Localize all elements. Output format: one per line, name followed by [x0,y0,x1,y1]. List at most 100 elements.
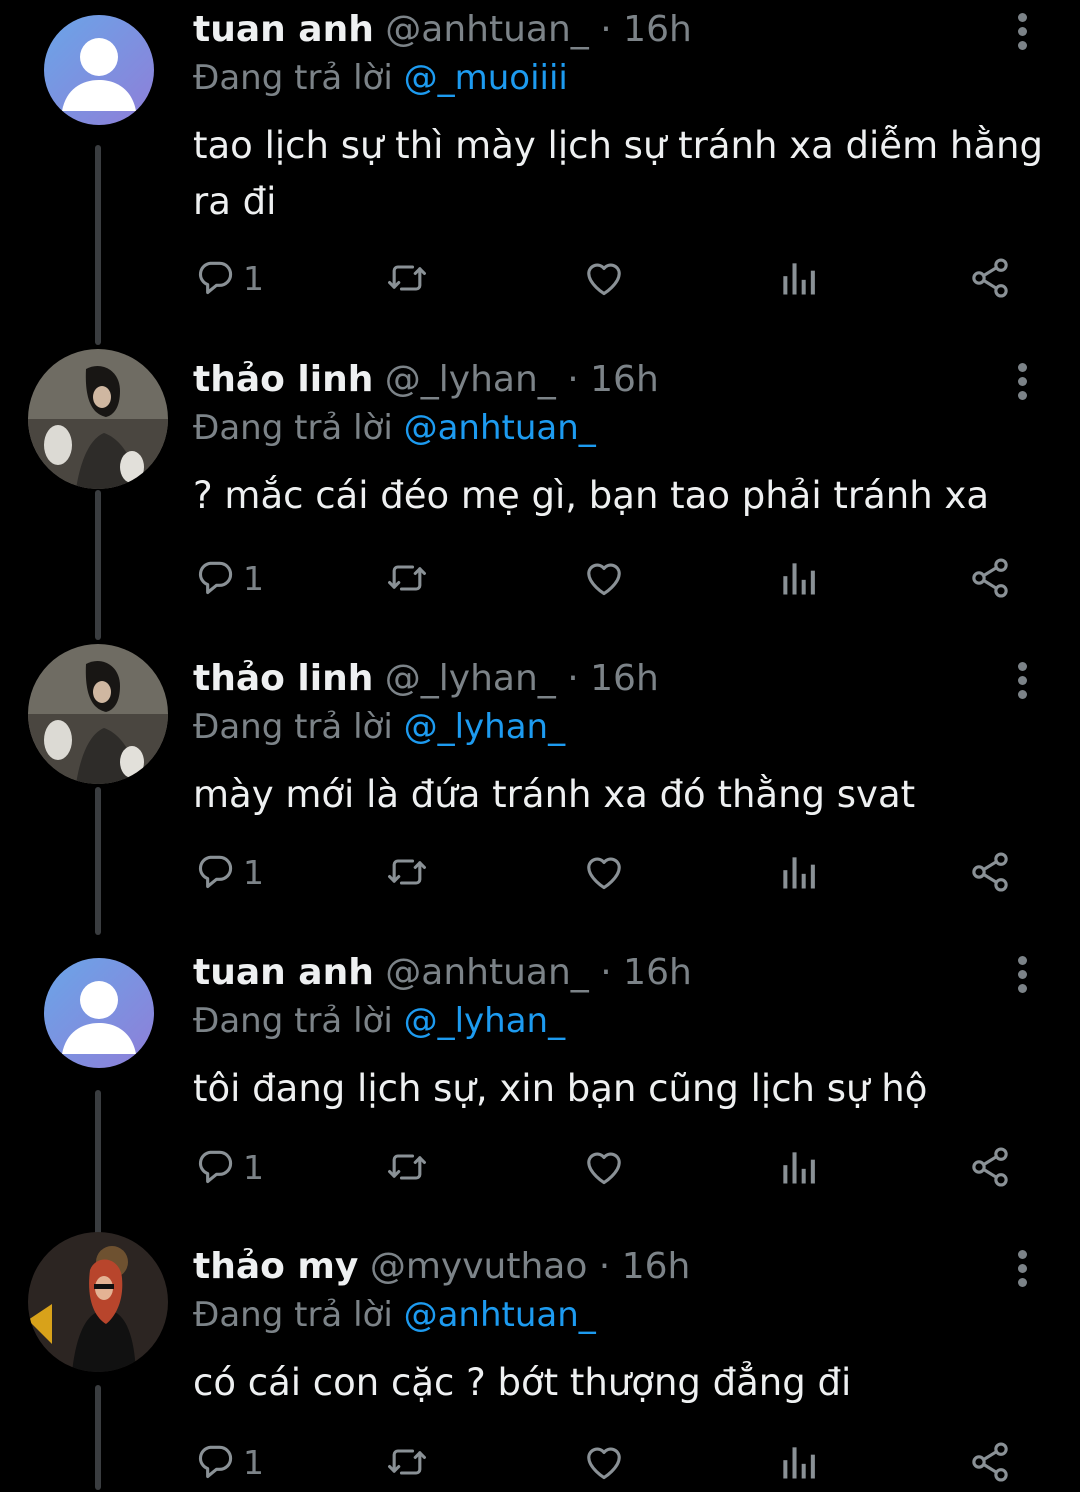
tweet-header: tuan anh @anhtuan_ · 16h [193,3,692,57]
tweet-text: mày mới là đứa tránh xa đó thằng svat [193,773,916,816]
share-icon [968,256,1012,300]
mention-link[interactable]: @_muoiiii [404,58,568,98]
replying-to-label: Đang trả lời [193,408,393,448]
retweet-button[interactable] [385,1432,429,1492]
tweet-text: tao lịch sự thì mày lịch sự tránh xa diễ… [193,124,1043,223]
reply-button[interactable]: 1 [193,1137,264,1197]
views-chart-icon [776,556,820,600]
tweet-header: thảo my @myvuthao · 16h [193,1240,690,1294]
mention-link[interactable]: @anhtuan_ [404,1295,596,1335]
more-vertical-icon[interactable] [1006,952,1038,996]
display-name[interactable]: tuan anh [193,9,374,50]
timestamp[interactable]: 16h [623,952,692,993]
replying-to: Đang trả lời @_lyhan_ [193,700,565,754]
mention-link[interactable]: @anhtuan_ [404,408,596,448]
timestamp[interactable]: 16h [590,359,659,400]
share-button[interactable] [968,1137,1012,1197]
heart-icon [582,1440,626,1484]
views-button[interactable] [776,248,820,308]
more-vertical-icon[interactable] [1006,1246,1038,1290]
comment-icon [193,556,237,600]
heart-icon [582,850,626,894]
avatar[interactable] [44,958,154,1068]
timestamp[interactable]: 16h [623,9,692,50]
like-button[interactable] [582,842,626,902]
reply-button[interactable]: 1 [193,1432,264,1492]
comment-icon [193,256,237,300]
replying-to-label: Đang trả lời [193,1295,393,1335]
like-button[interactable] [582,1432,626,1492]
share-button[interactable] [968,248,1012,308]
replying-to-label: Đang trả lời [193,1001,393,1041]
more-vertical-icon[interactable] [1006,9,1038,53]
avatar[interactable] [44,15,154,125]
user-handle[interactable]: @_lyhan_ [385,658,556,699]
separator-dot: · [567,658,579,699]
tweet-text: tôi đang lịch sự, xin bạn cũng lịch sự h… [193,1067,928,1110]
like-button[interactable] [582,248,626,308]
tweet-text: có cái con cặc ? bớt thượng đẳng đi [193,1361,852,1404]
share-icon [968,556,1012,600]
display-name[interactable]: thảo my [193,1246,358,1287]
avatar[interactable] [28,644,168,784]
retweet-button[interactable] [385,1137,429,1197]
share-icon [968,1145,1012,1189]
reply-button[interactable]: 1 [193,548,264,608]
mention-link[interactable]: @_lyhan_ [404,707,566,747]
reply-button[interactable]: 1 [193,248,264,308]
views-button[interactable] [776,548,820,608]
reply-count: 1 [243,1147,264,1187]
views-chart-icon [776,1440,820,1484]
avatar[interactable] [28,349,168,489]
mention-link[interactable]: @_lyhan_ [404,1001,566,1041]
separator-dot: · [567,359,579,400]
tweet-header: thảo linh @_lyhan_ · 16h [193,353,659,407]
retweet-button[interactable] [385,248,429,308]
tweet-text: ? mắc cái đéo mẹ gì, bạn tao phải tránh … [193,474,990,517]
share-button[interactable] [968,842,1012,902]
retweet-button[interactable] [385,548,429,608]
display-name[interactable]: thảo linh [193,359,373,400]
user-handle[interactable]: @anhtuan_ [385,952,589,993]
action-bar: 1 [0,842,1080,902]
replying-to: Đang trả lời @_muoiiii [193,51,568,105]
action-bar: 1 [0,248,1080,308]
action-bar: 1 [0,1137,1080,1197]
share-button[interactable] [968,548,1012,608]
reply-button[interactable]: 1 [193,842,264,902]
timestamp[interactable]: 16h [622,1246,691,1287]
like-button[interactable] [582,1137,626,1197]
separator-dot: · [600,952,612,993]
action-bar: 1 [0,548,1080,608]
retweet-icon [385,556,429,600]
heart-icon [582,1145,626,1189]
heart-icon [582,256,626,300]
display-name[interactable]: tuan anh [193,952,374,993]
reply-count: 1 [243,1442,264,1482]
user-handle[interactable]: @_lyhan_ [385,359,556,400]
views-chart-icon [776,1145,820,1189]
share-button[interactable] [968,1432,1012,1492]
views-button[interactable] [776,1137,820,1197]
like-button[interactable] [582,548,626,608]
reply-count: 1 [243,852,264,892]
display-name[interactable]: thảo linh [193,658,373,699]
separator-dot: · [598,1246,611,1287]
views-button[interactable] [776,1432,820,1492]
retweet-icon [385,256,429,300]
reply-count: 1 [243,258,264,298]
more-vertical-icon[interactable] [1006,359,1038,403]
views-chart-icon [776,256,820,300]
more-vertical-icon[interactable] [1006,658,1038,702]
replying-to: Đang trả lời @_lyhan_ [193,994,565,1048]
user-handle[interactable]: @anhtuan_ [385,9,589,50]
views-button[interactable] [776,842,820,902]
timestamp[interactable]: 16h [590,658,659,699]
avatar[interactable] [28,1232,168,1372]
retweet-button[interactable] [385,842,429,902]
views-chart-icon [776,850,820,894]
retweet-icon [385,1440,429,1484]
reply-count: 1 [243,558,264,598]
user-handle[interactable]: @myvuthao [370,1246,588,1287]
share-icon [968,850,1012,894]
